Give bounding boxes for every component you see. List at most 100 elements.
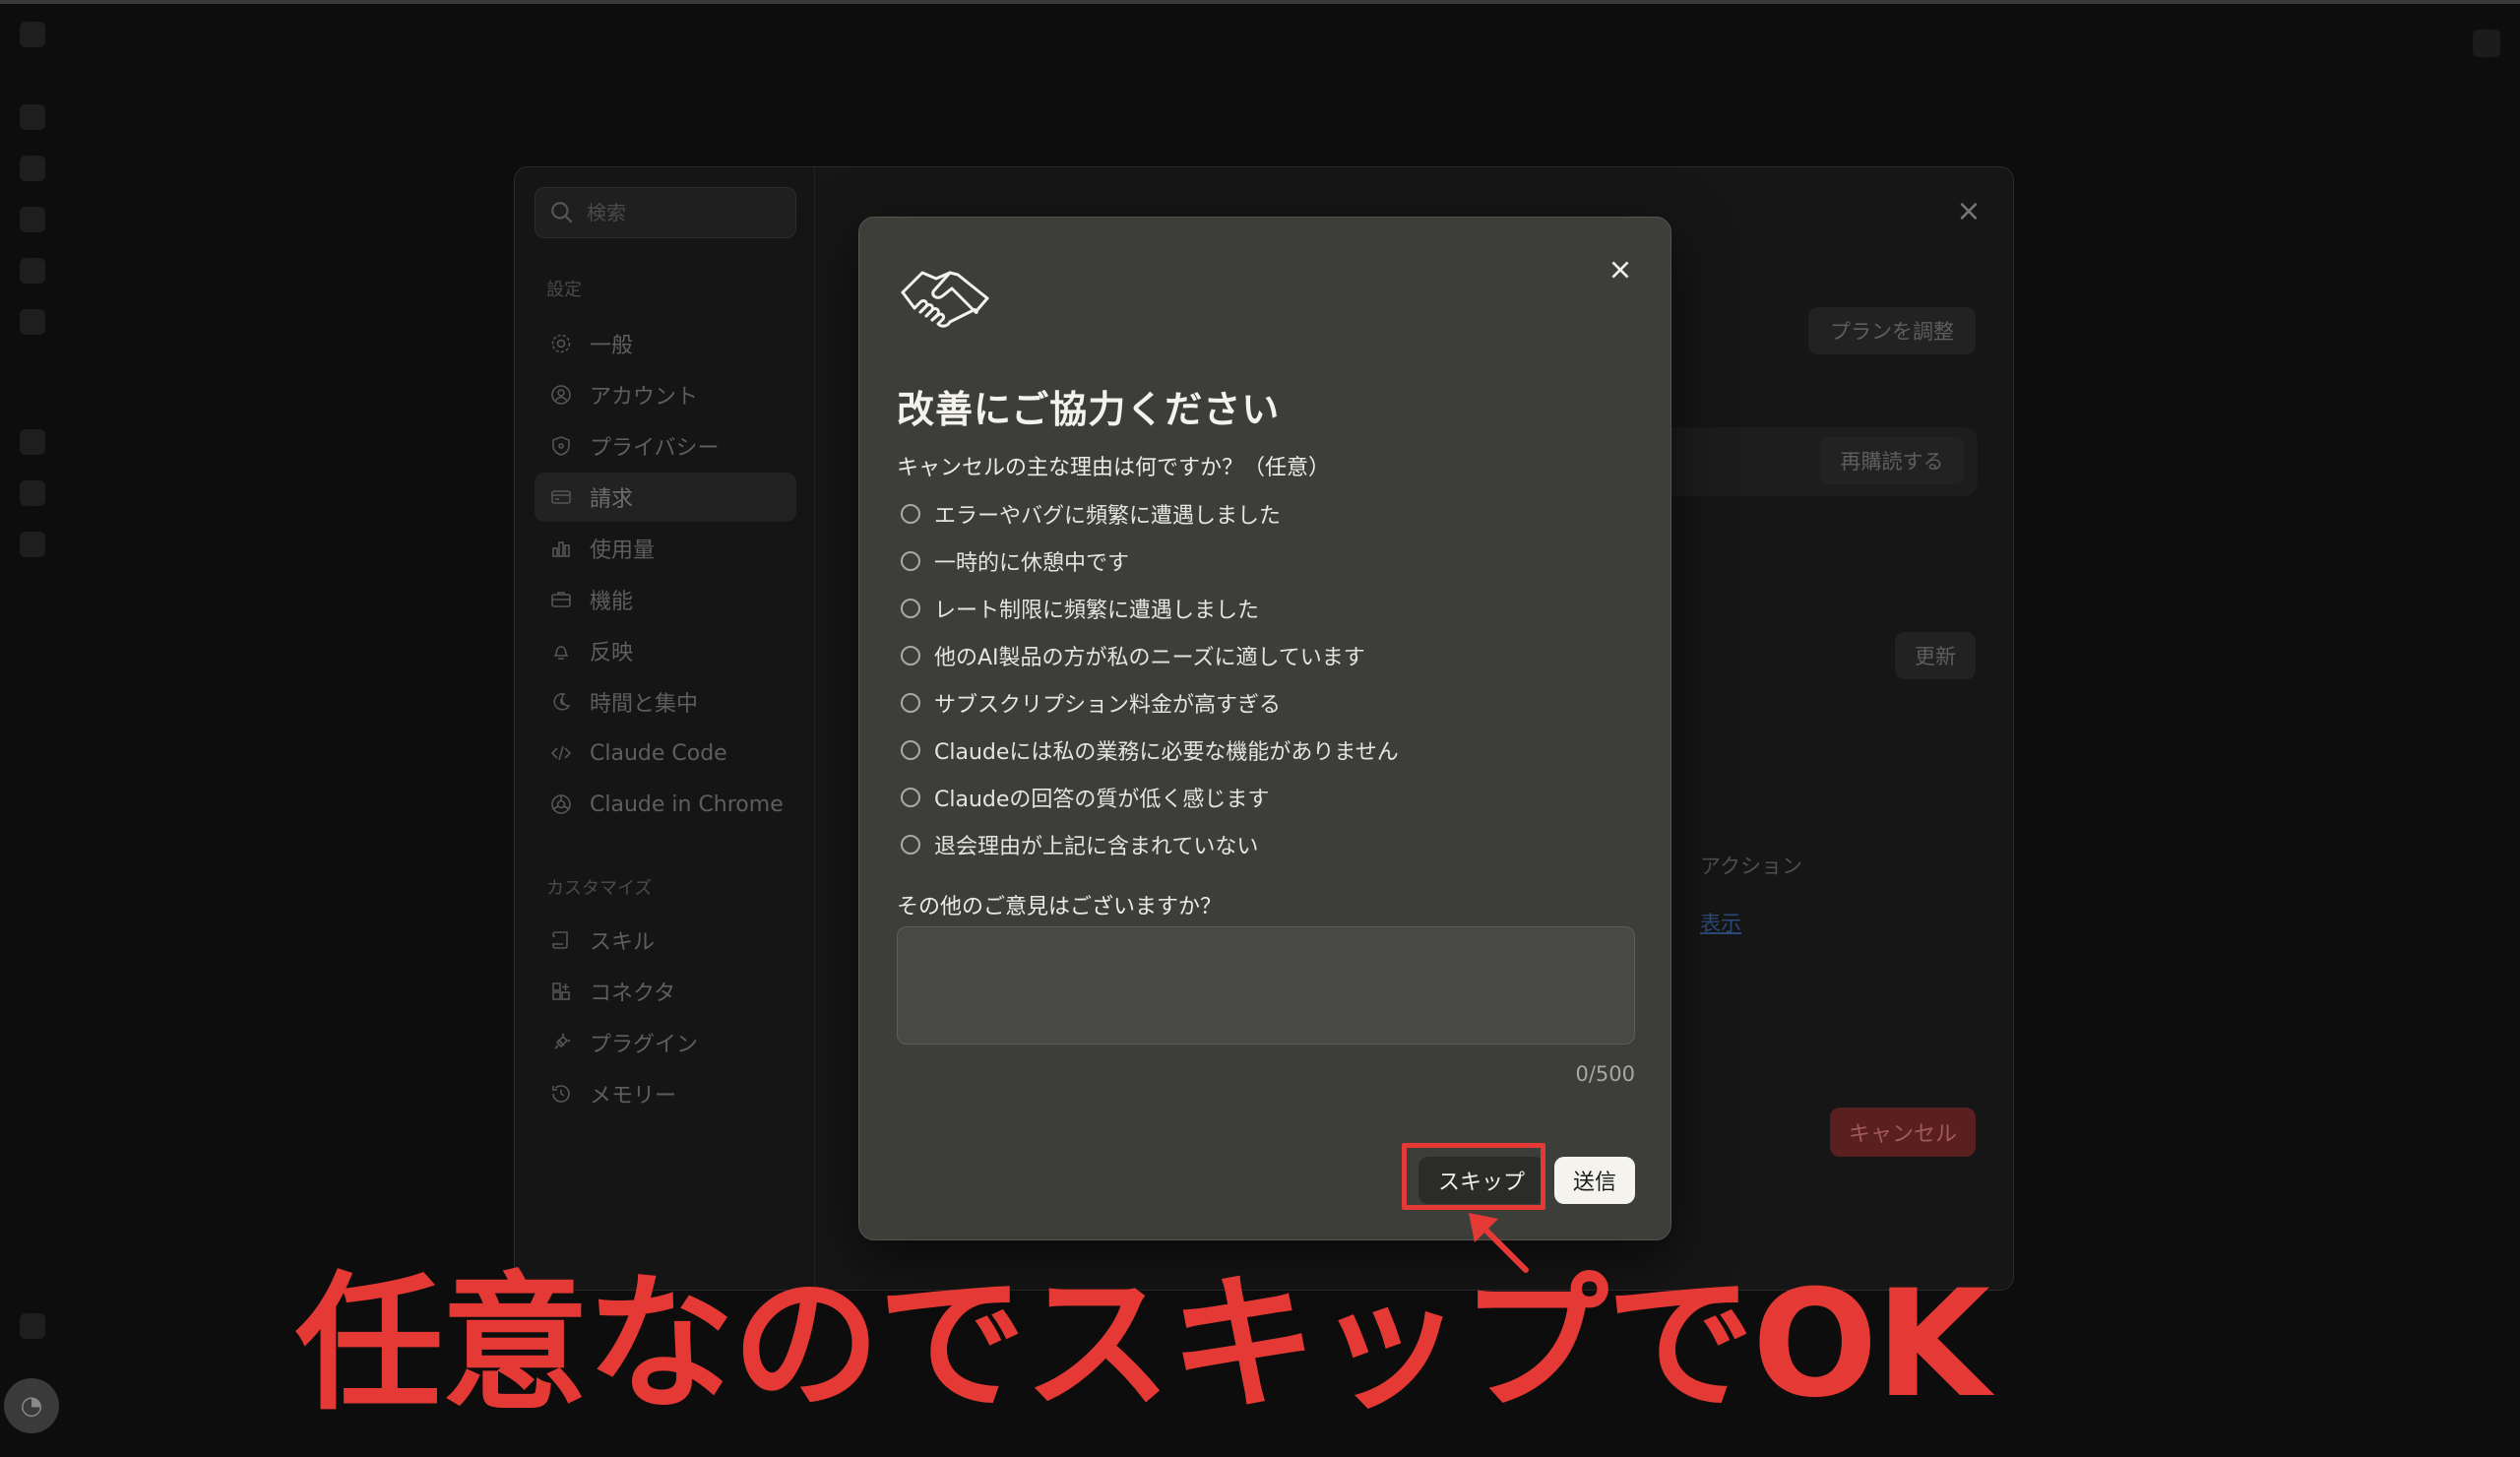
reason-option-label: 他のAI製品の方が私のニーズに適しています (934, 646, 1365, 670)
new-chat-icon[interactable] (20, 104, 45, 130)
cancel-subscription-button[interactable]: キャンセル (1830, 1108, 1976, 1157)
sidebar-item-label: 機能 (590, 590, 634, 614)
character-counter: 0/500 (1575, 1062, 1635, 1086)
list-icon[interactable] (20, 480, 45, 506)
feedback-textarea[interactable] (897, 926, 1635, 1045)
credit-card-icon (548, 484, 574, 510)
sidebar-item-features[interactable]: 機能 (535, 575, 796, 624)
handshake-icon (897, 263, 995, 346)
sidebar-item-label: プライバシー (590, 436, 720, 461)
window-top-border (0, 0, 2520, 4)
action-column-header: アクション (1700, 855, 1802, 878)
sidebar-toggle-icon[interactable] (20, 22, 45, 47)
modal-title: 改善にご協力ください (897, 388, 1281, 431)
reason-option-label: Claudeの回答の質が低く感じます (934, 788, 1270, 812)
sidebar-item-label: Claude Code (590, 740, 727, 766)
send-button[interactable]: 送信 (1554, 1157, 1635, 1204)
sidebar-item-connectors[interactable]: コネクタ (535, 967, 796, 1016)
gear-icon (548, 331, 574, 356)
radio-button[interactable] (901, 646, 920, 665)
sidebar-item-usage[interactable]: 使用量 (535, 524, 796, 573)
scroll-icon (548, 927, 574, 953)
sidebar-item-label: 請求 (590, 487, 634, 512)
history-icon (548, 1081, 574, 1107)
radio-button[interactable] (901, 740, 920, 760)
reason-option[interactable]: サブスクリプション料金が高すぎる (901, 686, 1281, 720)
reason-option-label: レート制限に頻繁に遭遇しました (934, 599, 1260, 623)
sidebar-item-privacy[interactable]: プライバシー (535, 421, 796, 471)
annotation-caption: 任意なのでスキップでOK (295, 1259, 1990, 1430)
radio-button[interactable] (901, 693, 920, 713)
sidebar-item-label: 反映 (590, 641, 634, 665)
radio-button[interactable] (901, 788, 920, 807)
sidebar-item-label: メモリー (590, 1084, 677, 1109)
sidebar-item-label: スキル (590, 930, 656, 955)
reason-option-label: 退会理由が上記に含まれていない (934, 835, 1259, 859)
reason-option-label: Claudeには私の業務に必要な機能がありません (934, 740, 1399, 765)
sidebar-item-plugins[interactable]: プラグイン (535, 1018, 796, 1067)
reason-option-label: サブスクリプション料金が高すぎる (934, 693, 1282, 718)
briefcase-icon (548, 587, 574, 612)
reason-option[interactable]: レート制限に頻繁に遭遇しました (901, 592, 1259, 625)
section-label-customize: カスタマイズ (546, 878, 653, 899)
sidebar-item-label: Claude in Chrome (590, 792, 784, 817)
search-icon (551, 202, 573, 223)
download-icon[interactable] (20, 1313, 45, 1339)
other-feedback-label: その他のご意見はございますか？ (897, 895, 1223, 919)
sidebar-item-skills[interactable]: スキル (535, 916, 796, 965)
avatar[interactable]: ◔ (4, 1378, 59, 1433)
reason-option[interactable]: Claudeの回答の質が低く感じます (901, 781, 1269, 814)
sidebar-item-account[interactable]: アカウント (535, 370, 796, 419)
search-box[interactable] (535, 187, 796, 238)
code-icon (548, 740, 574, 766)
sidebar-item-label: 一般 (590, 334, 634, 358)
sidebar-item-reflect[interactable]: 反映 (535, 626, 796, 675)
view-invoice-link[interactable]: 表示 (1700, 908, 1741, 937)
globe-icon (548, 792, 574, 817)
sidebar-item-label: 使用量 (590, 538, 656, 563)
close-icon (1611, 261, 1629, 279)
chats-icon[interactable] (20, 156, 45, 181)
sidebar-item-label: コネクタ (590, 982, 676, 1006)
sidebar-item-label: アカウント (590, 385, 699, 410)
cancel-feedback-modal: 改善にご協力ください キャンセルの主な理由は何ですか？（任意） エラーやバグに頻… (858, 217, 1671, 1240)
adjust-plan-button[interactable]: プランを調整 (1808, 307, 1976, 354)
radio-button[interactable] (901, 551, 920, 571)
radio-button[interactable] (901, 599, 920, 618)
reason-question: キャンセルの主な理由は何ですか？（任意） (897, 456, 1331, 480)
sidebar-item-general[interactable]: 一般 (535, 319, 796, 368)
code-icon[interactable] (20, 429, 45, 455)
reason-option[interactable]: 他のAI製品の方が私のニーズに適しています (901, 639, 1365, 672)
moon-icon (548, 689, 574, 715)
folder-icon[interactable] (20, 309, 45, 335)
resubscribe-button[interactable]: 再購読する (1820, 437, 1964, 484)
shield-icon (548, 433, 574, 459)
close-icon[interactable]: × (1954, 197, 1984, 226)
radio-button[interactable] (901, 835, 920, 855)
reason-option[interactable]: 一時的に休憩中です (901, 544, 1129, 578)
sidebar-item-claude-code[interactable]: Claude Code (535, 728, 796, 778)
sidebar-item-time-focus[interactable]: 時間と集中 (535, 677, 796, 727)
settings-sidebar: 設定 一般 アカウント プライバシー 請求 使用量 機能 反映 (515, 167, 815, 1290)
sidebar-item-claude-in-chrome[interactable]: Claude in Chrome (535, 780, 796, 829)
sidebar-item-label: 時間と集中 (590, 692, 699, 717)
bar-chart-icon (548, 536, 574, 561)
projects-icon[interactable] (20, 207, 45, 232)
plug-icon (548, 1030, 574, 1055)
update-button[interactable]: 更新 (1895, 632, 1976, 679)
reason-option[interactable]: Claudeには私の業務に必要な機能がありません (901, 733, 1399, 767)
search-input[interactable] (587, 201, 774, 224)
reason-option[interactable]: エラーやバグに頻繁に遭遇しました (901, 497, 1281, 531)
radio-button[interactable] (901, 504, 920, 524)
reason-option[interactable]: 退会理由が上記に含まれていない (901, 828, 1258, 861)
grid-plus-icon (548, 979, 574, 1004)
sidebar-item-memory[interactable]: メモリー (535, 1069, 796, 1118)
settings-icon[interactable] (20, 532, 45, 557)
panel-icon[interactable] (2473, 30, 2500, 57)
reason-option-label: 一時的に休憩中です (934, 551, 1130, 576)
user-circle-icon (548, 382, 574, 408)
modal-close-button[interactable] (1607, 257, 1637, 286)
sidebar-item-billing[interactable]: 請求 (535, 473, 796, 522)
artifacts-icon[interactable] (20, 258, 45, 284)
reason-option-label: エラーやバグに頻繁に遭遇しました (934, 504, 1282, 529)
